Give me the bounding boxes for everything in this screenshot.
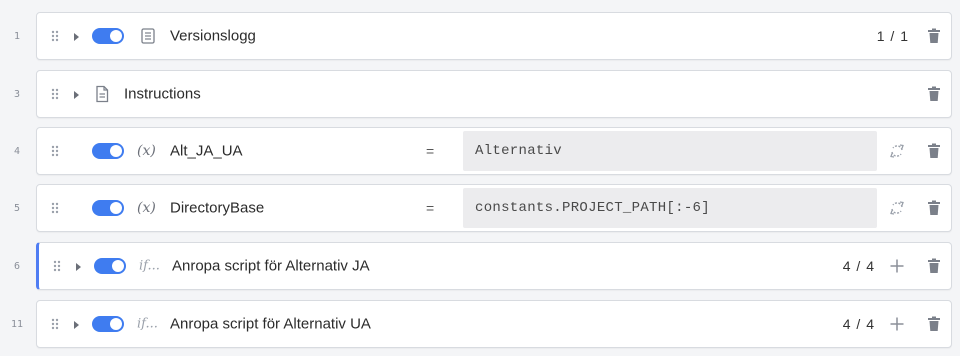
variable-icon: (x)	[137, 143, 156, 159]
child-count: 4 / 4	[842, 316, 875, 332]
variable-name: Alt_JA_UA	[170, 142, 243, 160]
child-count: 4 / 4	[842, 258, 875, 274]
drag-handle-icon[interactable]	[49, 200, 61, 216]
line-number: 6	[13, 260, 21, 272]
drag-handle-icon[interactable]	[49, 143, 61, 159]
step-card[interactable]: if... Anropa script för Alternativ JA 4 …	[36, 242, 952, 290]
step-row: 5 (x) DirectoryBase = constants.PROJECT_…	[0, 180, 960, 236]
line-number: 4	[13, 145, 21, 157]
step-row: 6 if... Anropa script för Alternativ JA …	[0, 238, 960, 294]
step-title: Instructions	[124, 85, 201, 103]
refresh-icon[interactable]	[889, 200, 905, 216]
line-number: 1	[13, 30, 21, 42]
value-field[interactable]: Alternativ	[463, 131, 877, 171]
step-card[interactable]: (x) Alt_JA_UA = Alternativ	[36, 127, 952, 175]
drag-handle-icon[interactable]	[49, 28, 61, 44]
child-count: 1 / 1	[876, 28, 909, 44]
step-title: Anropa script för Alternativ JA	[172, 257, 370, 275]
toggle-knob	[110, 202, 122, 214]
toggle-knob	[110, 145, 122, 157]
drag-handle-icon[interactable]	[49, 86, 61, 102]
enable-toggle[interactable]	[92, 28, 124, 44]
condition-icon: if...	[139, 258, 160, 274]
value-field[interactable]: constants.PROJECT_PATH[:-6]	[463, 188, 877, 228]
enable-toggle[interactable]	[92, 316, 124, 332]
expand-caret-icon[interactable]	[71, 88, 81, 100]
add-icon[interactable]	[889, 316, 905, 332]
log-icon	[140, 27, 156, 45]
refresh-icon[interactable]	[889, 143, 905, 159]
delete-icon[interactable]	[927, 200, 941, 216]
condition-icon: if...	[137, 316, 158, 332]
step-row: 1 Versionslogg 1 / 1	[0, 8, 960, 64]
expand-caret-icon[interactable]	[71, 318, 81, 330]
enable-toggle[interactable]	[94, 258, 126, 274]
assign-operator: =	[426, 200, 435, 216]
step-title: Versionslogg	[170, 27, 256, 45]
variable-icon: (x)	[137, 200, 156, 216]
add-icon[interactable]	[889, 258, 905, 274]
delete-icon[interactable]	[927, 28, 941, 44]
delete-icon[interactable]	[927, 143, 941, 159]
expand-caret-icon[interactable]	[73, 260, 83, 272]
step-title: Anropa script för Alternativ UA	[170, 315, 371, 333]
delete-icon[interactable]	[927, 86, 941, 102]
document-icon	[94, 85, 110, 103]
line-number: 5	[13, 202, 21, 214]
drag-handle-icon[interactable]	[51, 258, 63, 274]
step-card[interactable]: (x) DirectoryBase = constants.PROJECT_PA…	[36, 184, 952, 232]
step-row: 3 Instructions	[0, 66, 960, 122]
drag-handle-icon[interactable]	[49, 316, 61, 332]
enable-toggle[interactable]	[92, 143, 124, 159]
enable-toggle[interactable]	[92, 200, 124, 216]
variable-name: DirectoryBase	[170, 199, 265, 217]
line-number: 3	[13, 88, 21, 100]
step-row: 11 if... Anropa script för Alternativ UA…	[0, 296, 960, 352]
toggle-knob	[112, 260, 124, 272]
delete-icon[interactable]	[927, 316, 941, 332]
step-card[interactable]: Versionslogg 1 / 1	[36, 12, 952, 60]
assign-operator: =	[426, 143, 435, 159]
line-number: 11	[10, 318, 24, 330]
toggle-knob	[110, 30, 122, 42]
step-card[interactable]: Instructions	[36, 70, 952, 118]
toggle-knob	[110, 318, 122, 330]
expand-caret-icon[interactable]	[71, 30, 81, 42]
delete-icon[interactable]	[927, 258, 941, 274]
step-card[interactable]: if... Anropa script för Alternativ UA 4 …	[36, 300, 952, 348]
step-row: 4 (x) Alt_JA_UA = Alternativ	[0, 123, 960, 179]
